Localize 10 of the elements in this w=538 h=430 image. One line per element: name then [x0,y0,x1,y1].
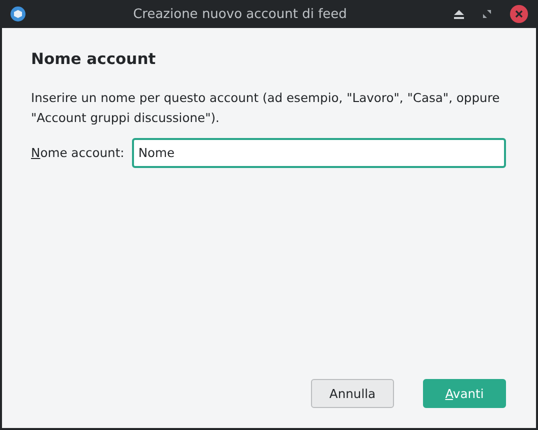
description-text: Inserire un nome per questo account (ad esempio, "Lavoro", "Casa", oppure "Account gruppi discussione"). [31,90,501,127]
cancel-button[interactable]: Annulla [311,379,394,408]
app-icon [10,6,26,22]
field-label: Nome account: [31,146,124,160]
account-name-field[interactable]: Nome [132,138,506,168]
window-title: Creazione nuovo account di feed [132,6,348,22]
maximize-icon[interactable] [483,10,491,18]
close-icon[interactable] [510,5,528,23]
page-heading: Nome account [31,50,157,68]
keep-above-icon[interactable] [454,10,464,18]
